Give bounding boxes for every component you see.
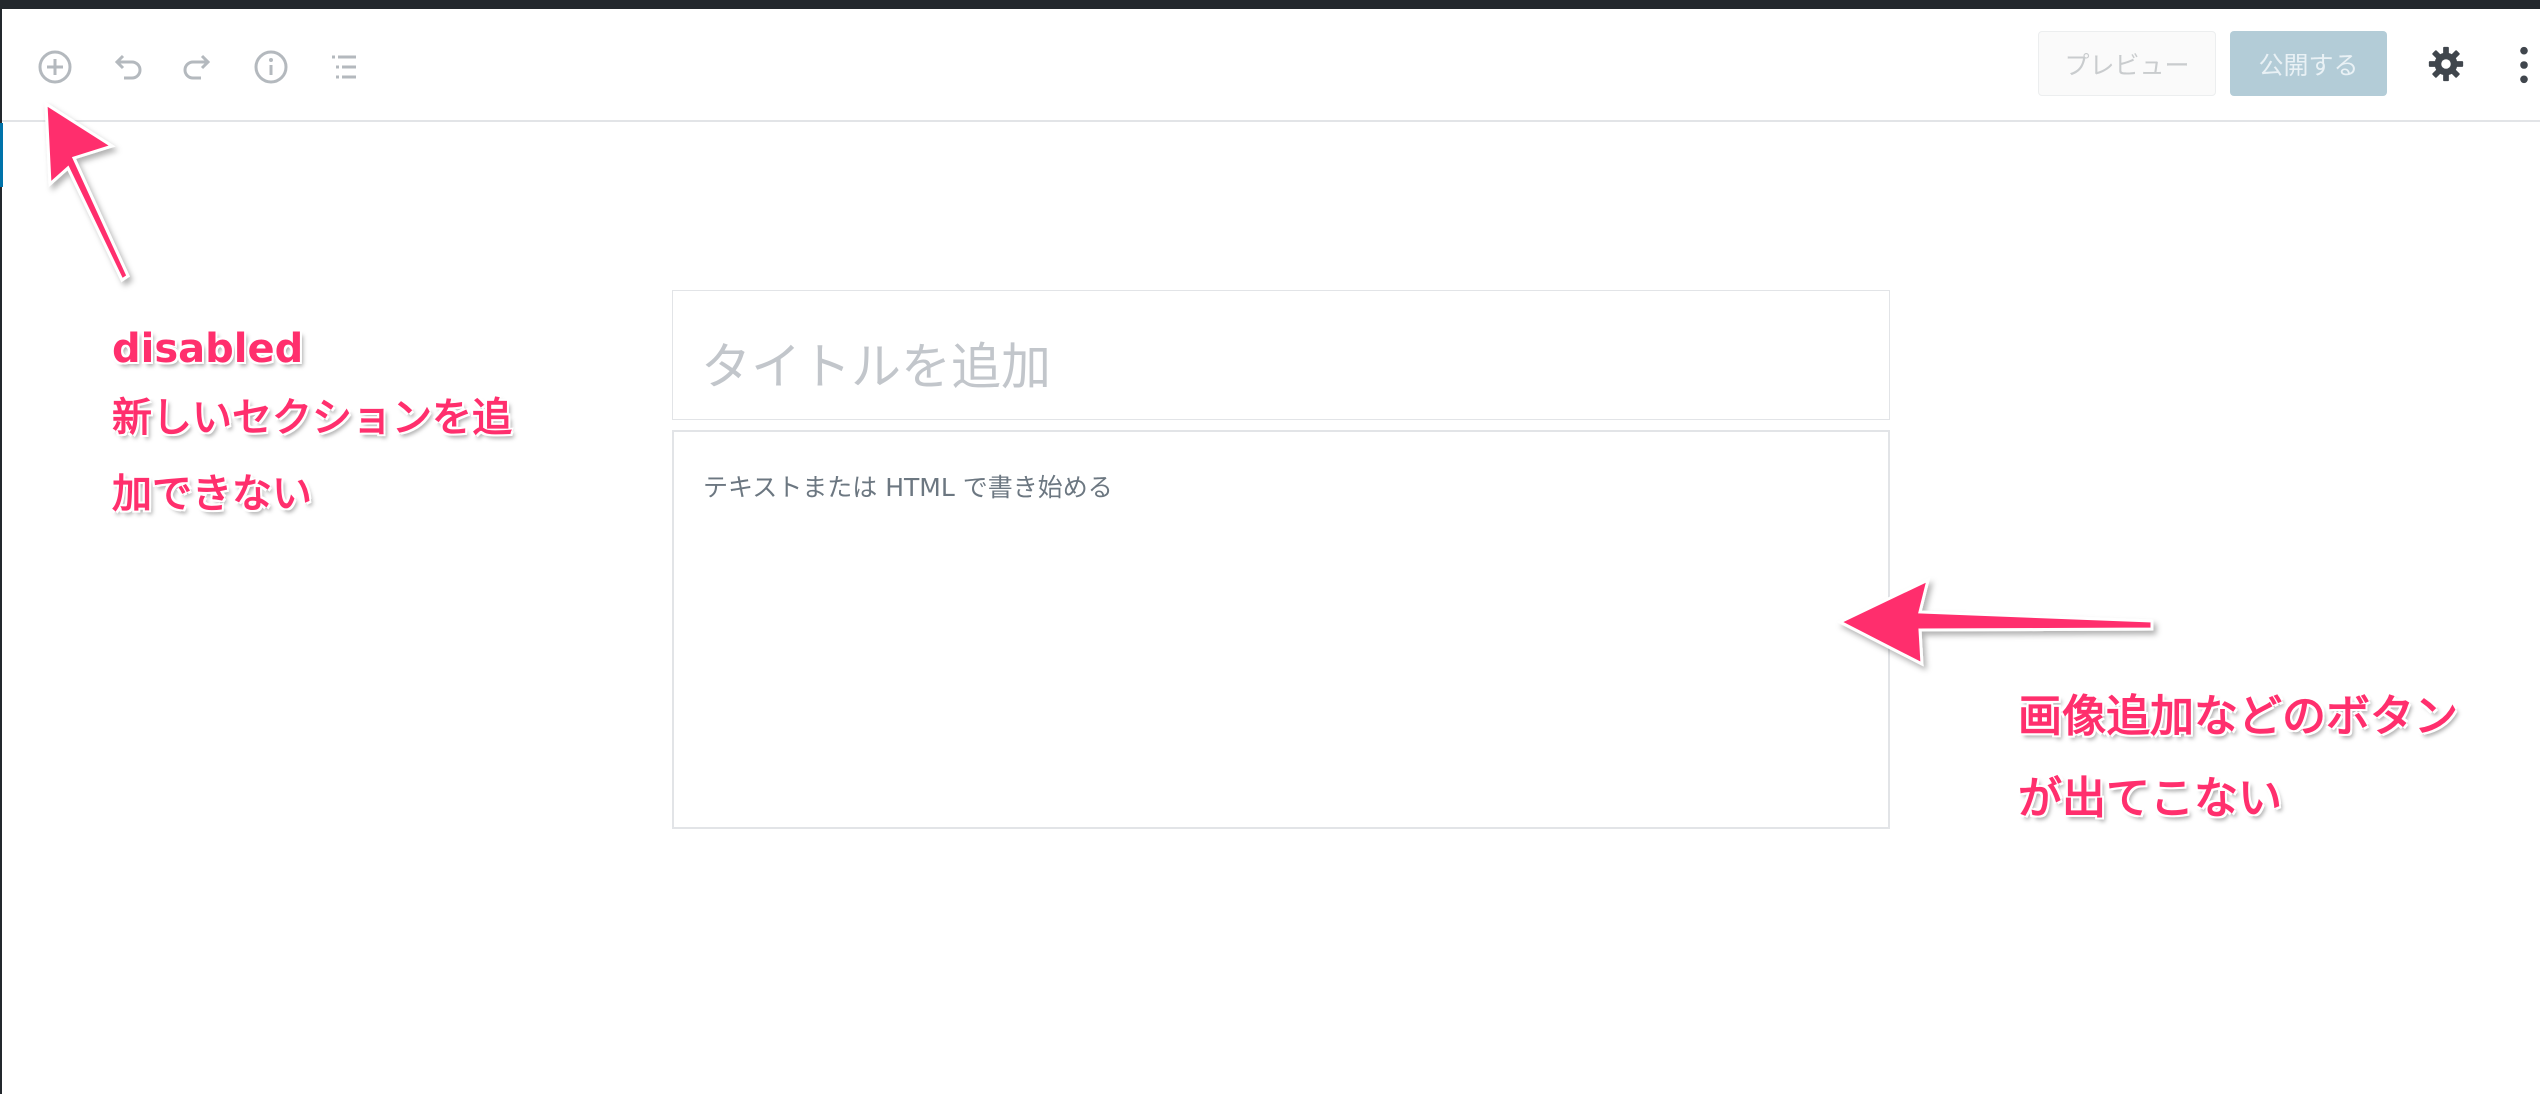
- arrow-to-add-button: [44, 101, 130, 283]
- gear-icon[interactable]: [2426, 44, 2468, 86]
- annotation-right-line1: 画像追加などのボタン: [2018, 691, 2458, 742]
- more-menu-icon[interactable]: [2504, 45, 2534, 87]
- annotation-left-line3: 加できない: [112, 471, 312, 517]
- redo-icon[interactable]: [179, 47, 219, 87]
- add-block-icon[interactable]: [35, 47, 75, 87]
- post-content-editor[interactable]: テキストまたは HTML で書き始める: [672, 430, 1890, 829]
- annotation-right-line2: が出てこない: [2018, 773, 2282, 824]
- publish-button[interactable]: 公開する: [2230, 31, 2387, 96]
- post-title-field[interactable]: タイトルを追加: [672, 290, 1890, 420]
- admin-sidebar-accent: [0, 123, 3, 187]
- block-navigation-icon[interactable]: [324, 47, 364, 87]
- preview-button[interactable]: プレビュー: [2038, 31, 2216, 96]
- annotation-right: 画像追加などのボタン が出てこない: [2018, 676, 2458, 840]
- annotation-left: disabled 新しいセクションを追 加できない: [112, 318, 512, 532]
- editor-toolbar: プレビュー 公開する: [2, 9, 2540, 122]
- content-placeholder: テキストまたは HTML で書き始める: [703, 473, 1113, 502]
- annotation-left-line1: disabled: [112, 326, 304, 372]
- title-placeholder: タイトルを追加: [701, 338, 1051, 396]
- annotation-left-line2: 新しいセクションを追: [112, 395, 512, 441]
- info-icon[interactable]: [251, 47, 291, 87]
- undo-icon[interactable]: [106, 47, 146, 87]
- admin-top-bar: [0, 0, 2540, 9]
